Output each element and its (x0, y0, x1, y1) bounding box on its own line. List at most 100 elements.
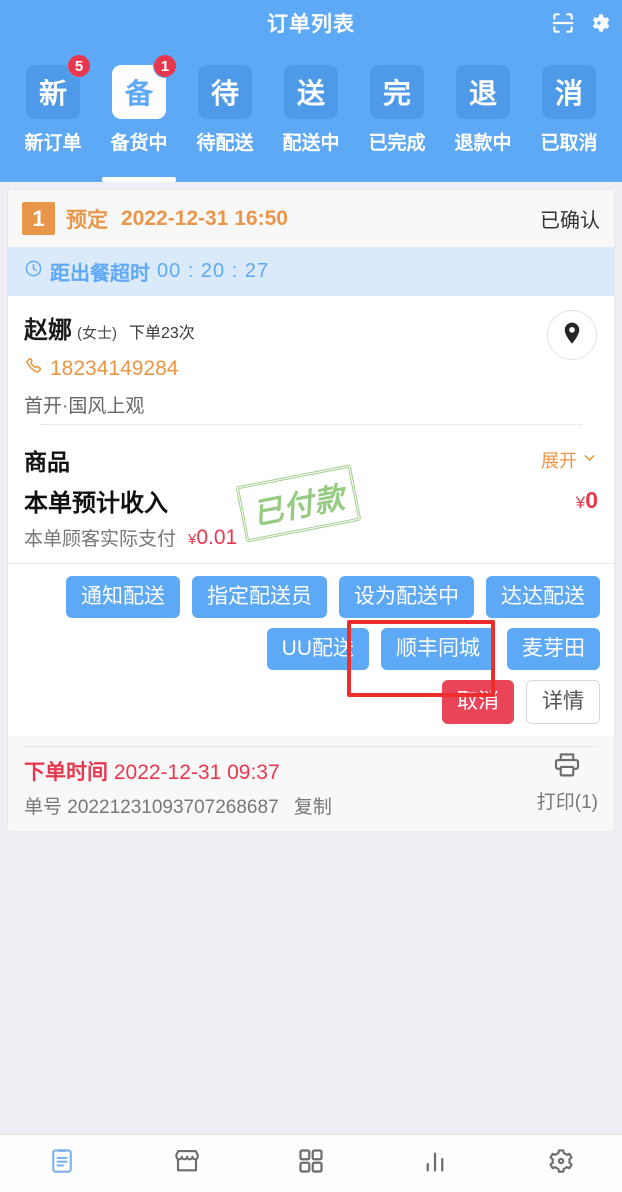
nav-item-store[interactable] (124, 1146, 248, 1181)
clock-icon (24, 259, 43, 284)
set-delivering-button[interactable]: 设为配送中 (339, 576, 474, 619)
nav-item-orders[interactable] (0, 1146, 124, 1181)
tab-glyph-text: 新 (38, 78, 67, 109)
tab-glyph: 完 (370, 65, 424, 119)
tab-label: 退款中 (454, 133, 512, 154)
tab-glyph: 待 (198, 65, 252, 119)
tab-badge: 1 (153, 54, 177, 78)
income-section: 本单预计收入 ¥0 本单顾客实际支付 ¥0.01 已付款 (8, 464, 614, 563)
tab-delivering[interactable]: 送 配送中 (268, 45, 354, 182)
tab-label: 配送中 (282, 133, 340, 154)
customer-phone-row[interactable]: 18234149284 (24, 356, 598, 382)
settings-icon (545, 1146, 575, 1181)
scan-icon[interactable] (550, 10, 576, 36)
nav-item-apps[interactable] (249, 1146, 373, 1181)
order-status-text: 已确认 (540, 210, 600, 232)
header-actions (550, 0, 612, 45)
app-header: 订单列表 (0, 0, 622, 45)
tab-completed[interactable]: 完 已完成 (354, 45, 440, 182)
print-button[interactable]: 打印(1) (537, 750, 598, 814)
sf-tongcheng-button[interactable]: 顺丰同城 (381, 628, 495, 671)
store-icon (172, 1146, 202, 1181)
tab-glyph-text: 完 (382, 78, 411, 109)
stats-icon (420, 1146, 450, 1181)
countdown-bar: 距出餐超时 00 : 20 : 27 (8, 247, 614, 296)
customer-paid-label: 本单顾客实际支付 (24, 529, 177, 550)
customer-sex: (女士) (77, 325, 117, 342)
phone-icon (24, 356, 44, 382)
tab-glyph-text: 退 (468, 78, 497, 109)
order-header-row: 1 预定 2022-12-31 16:50 已确认 (8, 190, 614, 247)
income-amount-value: 0 (585, 487, 598, 513)
tab-glyph: 消 (542, 65, 596, 119)
uu-delivery-button[interactable]: UU配送 (266, 628, 369, 671)
order-sequence-badge: 1 (22, 202, 55, 235)
dada-delivery-button[interactable]: 达达配送 (486, 576, 600, 619)
countdown-value: 00 : 20 : 27 (157, 260, 270, 282)
tab-glyph: 退 (456, 65, 510, 119)
gear-icon[interactable] (586, 10, 612, 36)
tab-refunding[interactable]: 退 退款中 (440, 45, 526, 182)
tab-label: 待配送 (196, 133, 254, 154)
customer-order-count: 下单23次 (129, 325, 195, 342)
printer-icon (552, 750, 582, 785)
customer-name-row: 赵娜 (女士) 下单23次 (24, 310, 598, 345)
order-time-row: 下单时间 2022-12-31 09:37 (24, 756, 598, 786)
order-number-label: 单号 (24, 797, 63, 819)
customer-paid-amount: ¥0.01 (188, 526, 237, 550)
print-label: 打印(1) (536, 792, 598, 814)
order-card: 1 预定 2022-12-31 16:50 已确认 距出餐超时 00 : 20 … (8, 190, 614, 832)
grid-icon (296, 1146, 326, 1181)
orders-icon (47, 1146, 77, 1181)
divider (40, 424, 582, 425)
nav-item-settings[interactable] (498, 1146, 622, 1181)
tab-label: 新订单 (24, 133, 82, 154)
goods-expand-toggle[interactable]: 展开 (541, 447, 598, 473)
order-number-row: 单号 20221231093707268687 复制 (24, 792, 598, 819)
tab-glyph-text: 送 (296, 78, 325, 109)
customer-section: 赵娜 (女士) 下单23次 18234149284 首开·国风上观 (8, 296, 614, 433)
customer-name: 赵娜 (24, 317, 72, 344)
map-pin-button[interactable] (547, 310, 597, 360)
chevron-down-icon (581, 449, 598, 471)
bottom-navigation (0, 1134, 622, 1192)
customer-paid-row: 本单顾客实际支付 ¥0.01 (24, 524, 598, 551)
customer-address: 首开·国风上观 (24, 396, 145, 417)
tab-label: 已完成 (368, 133, 426, 154)
tab-underline (102, 177, 176, 182)
status-tabs: 新 5 新订单 备 1 备货中 待 待配送 送 配送中 完 已完成 退 退款中 … (0, 45, 622, 182)
divider (24, 746, 598, 748)
customer-paid-value: 0.01 (196, 525, 238, 549)
tab-glyph-text: 消 (554, 78, 583, 109)
tab-glyph-text: 待 (210, 78, 239, 109)
page-title: 订单列表 (267, 12, 355, 36)
detail-button[interactable]: 详情 (526, 680, 600, 725)
goods-expand-label: 展开 (541, 451, 577, 471)
tab-glyph: 送 (284, 65, 338, 119)
order-list: 1 预定 2022-12-31 16:50 已确认 距出餐超时 00 : 20 … (0, 182, 622, 1134)
nav-item-stats[interactable] (373, 1146, 497, 1181)
customer-phone: 18234149284 (50, 357, 179, 380)
tab-label: 已取消 (540, 133, 598, 154)
countdown-label: 距出餐超时 (50, 263, 150, 285)
tab-badge: 5 (67, 54, 91, 78)
tab-new-orders[interactable]: 新 5 新订单 (10, 45, 96, 182)
order-time-value: 2022-12-31 09:37 (113, 761, 280, 785)
assign-courier-button[interactable]: 指定配送员 (192, 576, 327, 619)
tab-cancelled[interactable]: 消 已取消 (526, 45, 612, 182)
tab-glyph-text: 备 (124, 78, 153, 109)
notify-delivery-button[interactable]: 通知配送 (66, 576, 180, 619)
maiyatian-button[interactable]: 麦芽田 (507, 628, 600, 671)
cancel-button[interactable]: 取消 (442, 680, 514, 725)
tab-glyph: 备 1 (112, 54, 177, 119)
order-time-label: 下单时间 (24, 761, 108, 785)
tab-preparing[interactable]: 备 1 备货中 (96, 45, 182, 182)
income-amount: ¥0 (576, 487, 598, 514)
app-root: 订单列表 新 5 新订单 备 1 备货中 待 待配送 送 配送中 完 已完成 退… (0, 0, 622, 1192)
tab-pending-delivery[interactable]: 待 待配送 (182, 45, 268, 182)
primary-actions-row: 取消 详情 (22, 680, 600, 725)
order-scheduled-time: 2022-12-31 16:50 (121, 206, 288, 230)
income-label: 本单预计收入 (24, 490, 168, 517)
tab-label: 备货中 (110, 133, 168, 154)
copy-button[interactable]: 复制 (294, 797, 332, 818)
